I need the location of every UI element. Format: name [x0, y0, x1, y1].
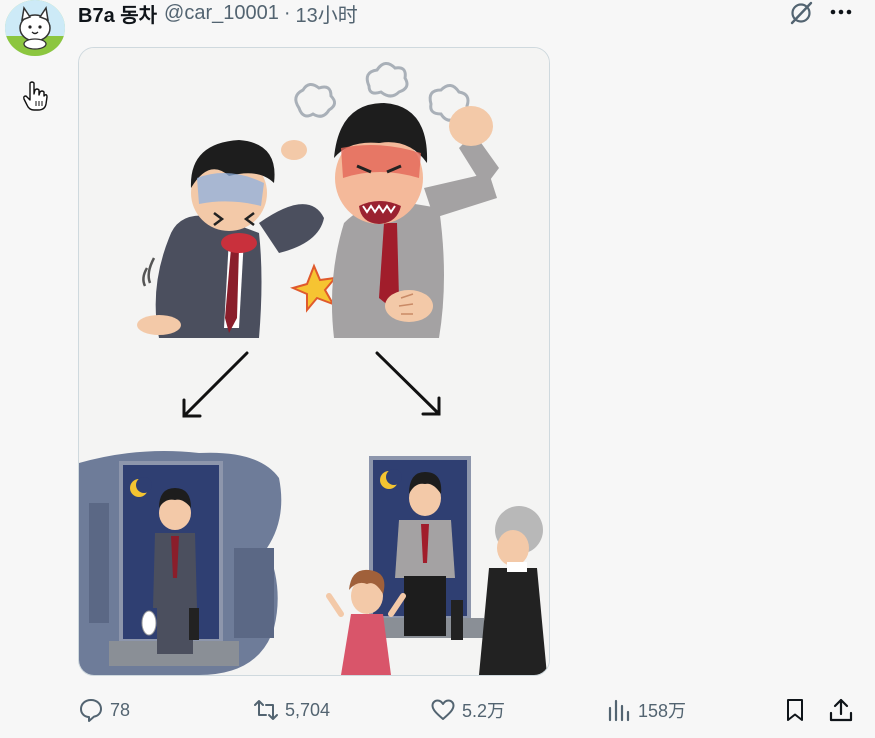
post-header: B7a 동차 @car_10001 · 13小时 [78, 0, 358, 28]
reply-count: 78 [110, 699, 131, 720]
post-media-image[interactable] [78, 47, 550, 676]
repost-button[interactable]: 5,704 [253, 694, 330, 726]
grok-icon[interactable] [788, 0, 814, 26]
post-action-bar: 78 5,704 5.2万 158万 [0, 694, 875, 726]
bookmark-icon [787, 699, 803, 721]
more-icon[interactable] [828, 0, 854, 26]
hand-pointer-icon [22, 80, 48, 112]
like-icon [431, 699, 455, 720]
repost-icon [254, 700, 278, 720]
like-button[interactable]: 5.2万 [430, 694, 505, 726]
separator-dot: · [283, 1, 291, 24]
avatar[interactable] [5, 0, 65, 56]
post-timestamp[interactable]: 13小时 [296, 0, 358, 28]
share-button[interactable] [825, 694, 857, 726]
bookmark-button[interactable] [779, 694, 811, 726]
views-button[interactable]: 158万 [606, 694, 686, 726]
reply-button[interactable]: 78 [78, 694, 130, 726]
display-name[interactable]: B7a 동차 [78, 0, 157, 28]
views-icon [608, 699, 630, 722]
user-handle[interactable]: @car_10001 [164, 2, 279, 25]
share-icon [829, 698, 853, 722]
view-count: 158万 [638, 701, 687, 721]
repost-count: 5,704 [285, 699, 331, 720]
reply-icon [80, 699, 102, 722]
office-worker-illustration [79, 48, 549, 675]
like-count: 5.2万 [462, 701, 506, 721]
cat-avatar-icon [5, 0, 65, 56]
